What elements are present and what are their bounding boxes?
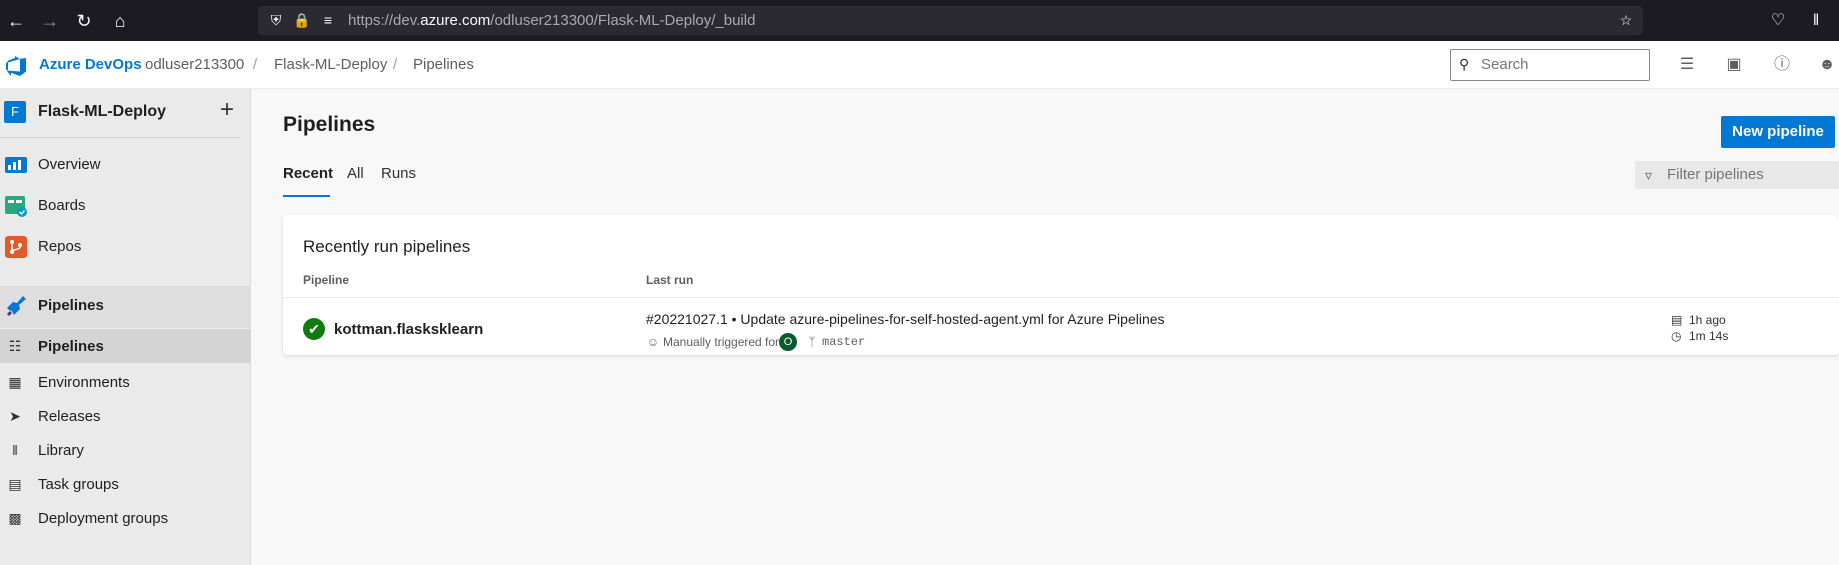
- duration-text: 1m 14s: [1689, 329, 1729, 343]
- sidebar-item-label: Pipelines: [38, 297, 104, 314]
- page-title: Pipelines: [283, 113, 376, 136]
- recent-pipelines-card: Recently run pipelines Pipeline Last run…: [283, 215, 1839, 355]
- success-check-icon: ✔: [303, 318, 325, 340]
- sidebar-item-label: Library: [38, 442, 84, 459]
- run-title-link[interactable]: #20221027.1 • Update azure-pipelines-for…: [646, 311, 1165, 327]
- new-pipeline-button[interactable]: New pipeline: [1721, 116, 1835, 148]
- sidebar-item-label: Boards: [38, 197, 86, 214]
- card-title: Recently run pipelines: [303, 237, 471, 256]
- tab-all[interactable]: All: [347, 165, 364, 182]
- sidebar-item-label: Repos: [38, 238, 82, 255]
- boards-icon: [5, 196, 27, 217]
- breadcrumb-project[interactable]: Flask-ML-Deploy: [274, 56, 387, 73]
- library-icon[interactable]: ‖: [1804, 9, 1828, 33]
- add-icon[interactable]: +: [214, 97, 240, 123]
- project-name[interactable]: Flask-ML-Deploy: [38, 103, 166, 121]
- search-box[interactable]: ⚲: [1450, 49, 1650, 81]
- active-tab-indicator: [283, 195, 330, 197]
- home-icon[interactable]: ⌂: [108, 9, 132, 33]
- sidebar-item-pipelines[interactable]: Pipelines: [0, 286, 251, 328]
- forward-icon[interactable]: →: [38, 9, 62, 33]
- bookmark-star-icon[interactable]: ☆: [1616, 10, 1636, 30]
- sidebar-item-label: Pipelines: [38, 338, 104, 355]
- tab-recent[interactable]: Recent: [283, 165, 333, 182]
- calendar-icon: ▤: [1671, 313, 1683, 327]
- sidebar-item-label: Deployment groups: [38, 510, 169, 527]
- pocket-icon[interactable]: ♡: [1766, 9, 1790, 33]
- sidebar-item-repos[interactable]: Repos: [0, 227, 251, 267]
- search-input[interactable]: [1481, 56, 1641, 73]
- back-icon[interactable]: ←: [4, 9, 28, 33]
- sidebar-item-label: Overview: [38, 156, 101, 173]
- clock-icon: ◷: [1671, 329, 1682, 343]
- trigger-text: Manually triggered for: [663, 335, 780, 349]
- project-switcher[interactable]: F Flask-ML-Deploy +: [0, 89, 251, 137]
- search-icon: ⚲: [1459, 56, 1470, 72]
- releases-rocket-icon: ➤: [9, 408, 21, 424]
- url-text[interactable]: https://dev.azure.com/odluser213300/Flas…: [348, 12, 755, 29]
- breadcrumb-separator: /: [393, 56, 398, 73]
- filter-funnel-icon: ▿: [1645, 167, 1653, 183]
- sidebar-subitem-releases[interactable]: ➤ Releases: [0, 399, 251, 433]
- overview-icon: [5, 157, 27, 173]
- breadcrumb-org[interactable]: odluser213300: [145, 56, 244, 73]
- branch-icon: ᛉ: [808, 335, 816, 349]
- reload-icon[interactable]: ↻: [72, 9, 96, 33]
- sidebar: F Flask-ML-Deploy + Overview Boards Repo…: [0, 89, 251, 565]
- browser-toolbar: ← → ↻ ⌂ ⛨ 🔒 ≡ https://dev.azure.com/odlu…: [0, 0, 1839, 41]
- time-ago-text: 1h ago: [1689, 313, 1726, 327]
- shield-icon[interactable]: ⛨: [266, 10, 286, 30]
- deployment-groups-icon: ▩: [8, 510, 22, 526]
- sidebar-item-label: Releases: [38, 408, 101, 425]
- tab-runs[interactable]: Runs: [381, 165, 416, 182]
- breadcrumb-separator: /: [253, 56, 258, 73]
- ado-header: Azure DevOps odluser213300 / Flask-ML-De…: [0, 41, 1839, 89]
- user-settings-icon[interactable]: ☻: [1815, 53, 1839, 77]
- filter-pipelines-input[interactable]: [1667, 166, 1827, 183]
- library-books-icon: ‖: [12, 442, 18, 458]
- azure-devops-logo-icon[interactable]: [4, 53, 28, 77]
- sidebar-item-boards[interactable]: Boards: [0, 186, 251, 226]
- breadcrumb-page[interactable]: Pipelines: [413, 56, 474, 73]
- task-groups-icon: ▤: [8, 476, 22, 492]
- project-avatar: F: [4, 101, 26, 123]
- repos-icon: [5, 236, 27, 258]
- sidebar-subitem-deployment-groups[interactable]: ▩ Deployment groups: [0, 501, 251, 535]
- environments-icon: ▦: [8, 374, 22, 390]
- sidebar-subitem-task-groups[interactable]: ▤ Task groups: [0, 467, 251, 501]
- help-icon[interactable]: ⓘ: [1770, 53, 1794, 77]
- filter-box[interactable]: ▿: [1635, 161, 1839, 189]
- sidebar-item-overview[interactable]: Overview: [0, 145, 251, 185]
- url-bar[interactable]: ⛨ 🔒 ≡ https://dev.azure.com/odluser21330…: [258, 6, 1643, 35]
- sidebar-subitem-environments[interactable]: ▦ Environments: [0, 365, 251, 399]
- pipelines-icon: ☷: [8, 338, 22, 354]
- branch-name: master: [822, 335, 866, 349]
- lock-icon[interactable]: 🔒: [292, 10, 312, 30]
- avatar: O: [779, 333, 797, 351]
- sidebar-subitem-library[interactable]: ‖ Library: [0, 433, 251, 467]
- divider: [283, 297, 1839, 298]
- divider: [0, 137, 240, 138]
- pipeline-name-link[interactable]: kottman.flasksklearn: [334, 321, 483, 338]
- work-items-icon[interactable]: ☰: [1675, 53, 1699, 77]
- sidebar-item-label: Environments: [38, 374, 130, 391]
- sidebar-subitem-pipelines[interactable]: ☷ Pipelines: [0, 329, 251, 363]
- brand-link[interactable]: Azure DevOps: [39, 56, 142, 73]
- column-header-last-run: Last run: [646, 273, 694, 287]
- marketplace-bag-icon[interactable]: ▣: [1722, 53, 1746, 77]
- column-header-pipeline: Pipeline: [303, 273, 350, 287]
- permissions-icon[interactable]: ≡: [318, 10, 338, 30]
- person-icon: ☺: [646, 335, 660, 349]
- pipelines-rocket-icon: [6, 296, 26, 317]
- main-content: Pipelines New pipeline Recent All Runs ▿…: [252, 89, 1839, 565]
- sidebar-item-label: Task groups: [38, 476, 119, 493]
